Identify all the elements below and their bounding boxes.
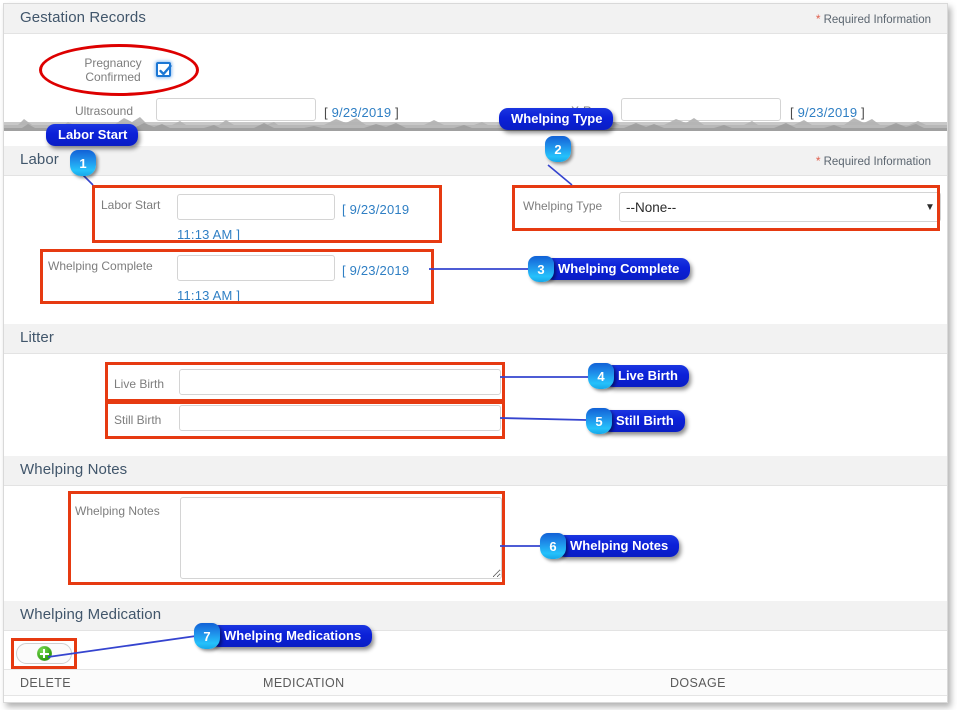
ultrasound-hint-close: ] — [395, 105, 399, 120]
medication-column-delete: DELETE — [20, 676, 72, 690]
required-information-note-labor: * Required Information — [816, 154, 931, 168]
medication-table-empty-row — [4, 696, 947, 702]
xray-hint-date: 9/23/2019 — [797, 105, 858, 120]
whelping-complete-date-hint-line2: 11:13 AM ] — [177, 288, 241, 303]
required-information-label: Required Information — [823, 14, 931, 26]
section-title-gestation: Gestation Records — [20, 9, 146, 26]
ultrasound-label: Ultrasound — [75, 104, 134, 118]
required-asterisk-labor: * — [815, 154, 821, 168]
still-birth-input[interactable] — [179, 405, 501, 431]
pregnancy-confirmed-label-line2: Confirmed — [85, 70, 141, 84]
section-header-litter: Litter — [4, 324, 947, 354]
labor-start-label: Labor Start — [101, 198, 161, 212]
plus-circle-icon — [36, 646, 52, 661]
required-asterisk: * — [815, 12, 821, 26]
ultrasound-input[interactable] — [156, 98, 316, 121]
check-icon — [159, 64, 172, 76]
required-information-note-gestation: * Required Information — [816, 12, 931, 26]
section-header-gestation: Gestation Records * Required Information — [4, 4, 947, 34]
whelping-notes-field-label: Whelping Notes — [75, 504, 160, 518]
medication-table-header: DELETE MEDICATION DOSAGE — [4, 669, 947, 696]
section-header-labor: Labor * Required Information — [4, 146, 947, 176]
xray-input[interactable] — [621, 98, 781, 121]
labor-start-date-hint-line2: 11:13 AM ] — [177, 227, 241, 242]
medication-column-medication: MEDICATION — [263, 676, 345, 690]
whelping-type-label: Whelping Type — [523, 199, 603, 213]
xray-hint-open: [ — [790, 105, 794, 120]
section-header-whelping-notes: Whelping Notes — [4, 456, 947, 486]
ultrasound-hint-open: [ — [324, 105, 328, 120]
pregnancy-confirmed-label: Pregnancy Confirmed — [77, 56, 149, 84]
whelping-type-select[interactable]: --None-- — [619, 192, 941, 222]
pregnancy-confirmed-label-line1: Pregnancy — [84, 56, 142, 70]
add-medication-button[interactable] — [16, 643, 72, 664]
whelping-complete-input[interactable] — [177, 255, 335, 281]
section-title-whelping-medication: Whelping Medication — [20, 606, 162, 623]
section-title-litter: Litter — [20, 329, 54, 346]
still-birth-label: Still Birth — [114, 413, 162, 427]
whelping-complete-label: Whelping Complete — [48, 259, 153, 273]
labor-start-date-hint-line1: [ 9/23/2019 — [342, 202, 410, 217]
live-birth-input[interactable] — [179, 369, 501, 395]
xray-date-hint: [ 9/23/2019 ] — [790, 105, 865, 120]
xray-hint-close: ] — [861, 105, 865, 120]
section-title-labor: Labor — [20, 151, 59, 168]
live-birth-label: Live Birth — [114, 377, 165, 391]
required-information-label-labor: Required Information — [823, 156, 931, 168]
whelping-complete-date-hint-line1: [ 9/23/2019 — [342, 263, 410, 278]
labor-start-input[interactable] — [177, 194, 335, 220]
screenshot-root: Gestation Records * Required Information … — [0, 0, 957, 710]
xray-label: X-Ray — [571, 104, 605, 118]
medication-column-dosage: DOSAGE — [670, 676, 726, 690]
pregnancy-confirmed-checkbox[interactable] — [156, 62, 172, 77]
ultrasound-date-hint: [ 9/23/2019 ] — [324, 105, 399, 120]
section-header-whelping-medication: Whelping Medication — [4, 601, 947, 631]
section-title-whelping-notes: Whelping Notes — [20, 461, 128, 478]
whelping-notes-textarea[interactable] — [180, 497, 502, 579]
form-window: Gestation Records * Required Information … — [3, 3, 948, 703]
ultrasound-hint-date: 9/23/2019 — [331, 105, 392, 120]
